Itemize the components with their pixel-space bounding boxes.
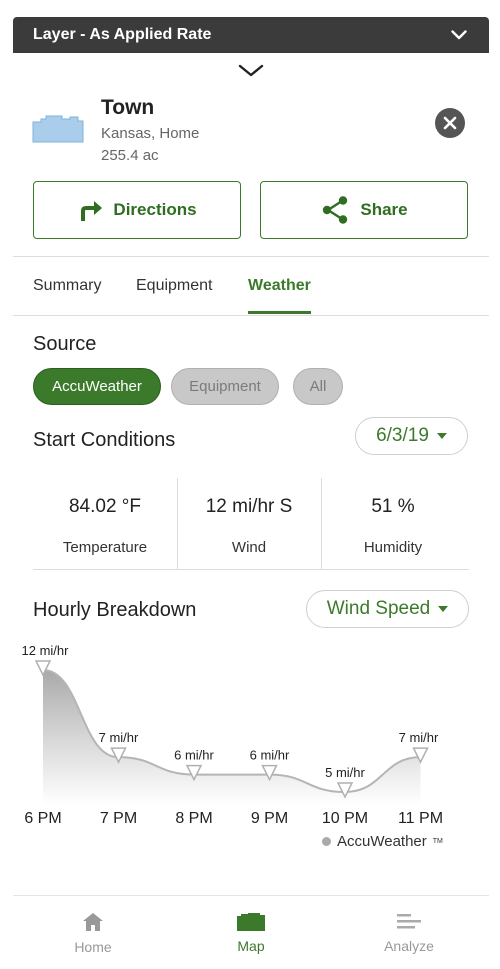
nav-home[interactable]: Home [33,896,153,969]
chevron-down-icon[interactable] [451,30,467,40]
data-label: 6 mi/hr [250,748,290,763]
tabs-divider [13,315,489,316]
tab-weather[interactable]: Weather [248,277,311,295]
directions-button[interactable]: Directions [33,181,241,239]
date-dropdown[interactable]: 6/3/19 [355,417,468,455]
close-button[interactable] [435,108,465,138]
share-button[interactable]: Share [260,181,468,239]
source-accuweather-chip[interactable]: AccuWeather [33,368,161,405]
nav-home-label: Home [74,939,112,955]
close-icon [443,116,457,130]
data-label: 7 mi/hr [99,730,139,745]
weather-credit: AccuWeather TM [322,833,443,850]
directions-label: Directions [113,200,197,219]
wind-speed-chart: 12 mi/hr 7 mi/hr 6 mi/hr 6 mi/hr 5 mi/hr 7 mi… [22,643,444,827]
x-tick-label: 8 PM [175,810,212,827]
nav-map-label: Map [237,938,265,954]
temperature-label: Temperature [62,539,148,556]
data-label: 12 mi/hr [22,643,70,658]
layer-selector-bar[interactable]: Layer - As Applied Rate [13,17,489,53]
trademark-mark: TM [432,838,443,845]
x-tick-label: 7 PM [100,810,137,827]
credit-label: AccuWeather [337,833,427,850]
field-location: Kansas, Home [101,125,200,142]
collapse-handle-icon[interactable] [238,64,264,83]
nav-analyze-label: Analyze [384,938,434,954]
data-label: 6 mi/hr [174,748,214,763]
start-conditions-title: Start Conditions [33,429,176,451]
x-tick-label: 11 PM [398,810,443,827]
tab-equipment[interactable]: Equipment [136,277,213,295]
field-area: 255.4 ac [101,147,159,164]
condition-wind: 12 mi/hr S Wind [177,478,321,570]
temperature-value: 84.02 °F [68,496,142,517]
share-label: Share [360,200,408,219]
humidity-value: 51 % [371,496,415,517]
source-all-chip[interactable]: All [293,368,343,405]
nav-analyze[interactable]: Analyze [349,896,469,969]
data-label: 7 mi/hr [399,730,439,745]
source-equipment-chip[interactable]: Equipment [171,368,279,405]
layer-label: Layer - As Applied Rate [33,26,212,43]
section-divider [13,256,489,257]
data-label: 5 mi/hr [325,765,365,780]
wind-value: 12 mi/hr S [205,496,293,517]
humidity-label: Humidity [363,539,423,556]
x-tick-label: 10 PM [322,810,368,827]
nav-map[interactable]: Map [191,896,311,969]
analyze-icon [397,914,421,929]
directions-arrow-icon [81,201,103,221]
home-icon [83,913,103,931]
active-tab-indicator [248,311,311,314]
field-shape-icon [32,115,84,148]
tab-summary[interactable]: Summary [33,277,101,295]
map-icon [237,913,265,931]
legend-dot [322,837,331,846]
condition-temperature: 84.02 °F Temperature [33,478,177,570]
hourly-breakdown-title: Hourly Breakdown [33,599,197,621]
condition-humidity: 51 % Humidity [321,478,465,570]
field-name: Town [101,96,155,119]
metric-dropdown[interactable]: Wind Speed [306,590,469,628]
wind-label: Wind [231,539,267,556]
metric-value: Wind Speed [326,598,431,619]
x-tick-label: 6 PM [24,810,61,827]
share-icon [323,196,348,224]
x-tick-label: 9 PM [251,810,288,827]
source-title: Source [33,333,97,355]
date-value: 6/3/19 [376,425,429,446]
caret-down-icon [436,433,447,439]
bottom-navigation: Home Map Analyze [13,895,489,969]
conditions-divider [33,569,469,570]
caret-down-icon [438,606,449,612]
